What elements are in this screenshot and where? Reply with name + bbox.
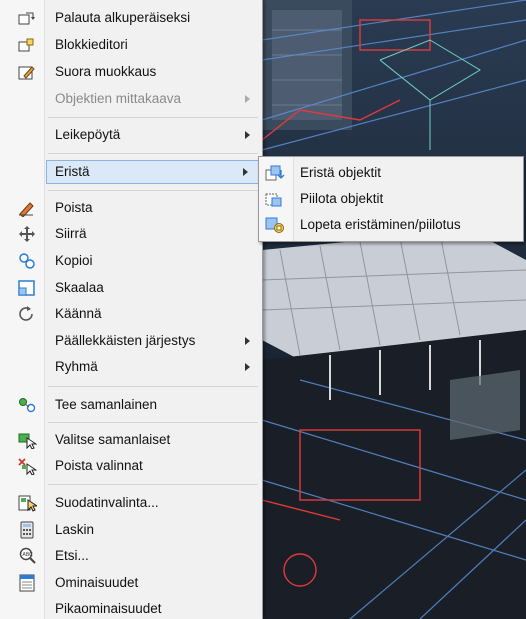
menu-item-group[interactable]: Ryhmä [0,355,262,379]
menu-item-annotation-scale[interactable]: Objektien mittakaava [0,87,262,111]
submenu-arrow-icon [245,131,250,139]
menu-item-label: Päällekkäisten järjestys [55,333,196,348]
menu-item-filter-select[interactable]: Suodatinvalinta... [0,491,262,515]
isolate-objects-icon [265,165,285,181]
menu-item-draw-order[interactable]: Päällekkäisten järjestys [0,329,262,353]
menu-item-deselect-all[interactable]: Poista valinnat [0,454,262,478]
find-icon: ABC [19,547,36,564]
submenu-item-label: Eristä objektit [300,165,382,180]
menu-item-isolate[interactable]: Eristä [46,160,260,184]
menu-item-label: Tee samanlainen [55,397,158,412]
menu-separator [48,117,258,118]
menu-item-label: Siirrä [55,226,87,241]
menu-item-label: Objektien mittakaava [55,91,182,106]
calculator-icon [20,521,34,539]
restore-block-icon [18,12,35,25]
menu-item-label: Palauta alkuperäiseksi [55,10,191,25]
menu-item-inplace-edit[interactable]: Suora muokkaus [0,60,262,84]
menu-item-label: Leikepöytä [55,127,121,142]
context-menu: Palauta alkuperäiseksi Blokkieditori Suo… [0,0,263,619]
menu-separator [48,153,258,154]
inplace-edit-icon [18,66,35,80]
menu-item-label: Poista valinnat [55,458,143,473]
menu-item-label: Ominaisuudet [55,575,139,590]
menu-item-label: Laskin [55,522,95,537]
select-similar-icon [18,433,37,449]
submenu-arrow-icon [245,95,250,103]
submenu-item-hide-objects[interactable]: Piilota objektit [259,186,523,212]
hide-objects-icon [265,193,282,207]
menu-item-restore[interactable]: Palauta alkuperäiseksi [0,6,262,30]
menu-item-label: Poista [55,200,93,215]
copy-icon [19,253,35,269]
menu-separator [48,386,258,387]
menu-item-properties[interactable]: Ominaisuudet [0,571,262,595]
scale-icon [18,280,35,296]
submenu-item-isolate-objects[interactable]: Eristä objektit [259,160,523,186]
menu-item-label: Suodatinvalinta... [55,495,159,510]
move-icon [19,226,35,242]
menu-item-label: Eristä [55,164,90,179]
menu-item-add-selected[interactable]: Tee samanlainen [0,393,262,417]
menu-item-copy[interactable]: Kopioi [0,249,262,273]
menu-item-rotate[interactable]: Käännä [0,302,262,326]
menu-item-label: Suora muokkaus [55,64,157,79]
add-selected-icon [19,398,36,413]
block-editor-icon [18,38,34,52]
submenu-item-label: Piilota objektit [300,191,384,206]
properties-icon [19,574,35,592]
menu-item-block-editor[interactable]: Blokkieditori [0,33,262,57]
erase-icon [19,202,34,217]
menu-item-label: Valitse samanlaiset [55,432,171,447]
menu-item-select-similar[interactable]: Valitse samanlaiset [0,428,262,452]
menu-item-find[interactable]: ABC Etsi... [0,544,262,568]
submenu-item-end-isolation[interactable]: Lopeta eristäminen/piilotus [259,212,523,238]
menu-item-quick-properties[interactable]: Pikaominaisuudet [0,597,262,619]
deselect-all-icon [18,458,37,475]
menu-item-label: Blokkieditori [55,37,128,52]
menu-item-label: Käännä [55,306,102,321]
rotate-icon [19,306,33,321]
filter-select-icon [18,495,37,512]
isolate-submenu: Eristä objektit Piilota objektit Lopeta … [258,156,524,242]
menu-item-label: Skaalaa [55,280,104,295]
menu-separator [48,422,258,423]
menu-item-label: Pikaominaisuudet [55,601,162,616]
menu-item-clipboard[interactable]: Leikepöytä [0,123,262,147]
submenu-arrow-icon [245,363,250,371]
menu-item-erase[interactable]: Poista [0,196,262,220]
submenu-arrow-icon [245,337,250,345]
submenu-item-label: Lopeta eristäminen/piilotus [300,217,461,232]
end-isolation-icon [265,217,284,233]
menu-item-scale[interactable]: Skaalaa [0,276,262,300]
menu-separator [48,484,258,485]
menu-item-label: Kopioi [55,253,93,268]
menu-item-move[interactable]: Siirrä [0,222,262,246]
menu-item-label: Etsi... [55,548,89,563]
svg-text:ABC: ABC [23,552,34,558]
submenu-arrow-icon [243,168,248,176]
menu-item-label: Ryhmä [55,359,98,374]
menu-separator [48,190,258,191]
menu-item-calculator[interactable]: Laskin [0,518,262,542]
